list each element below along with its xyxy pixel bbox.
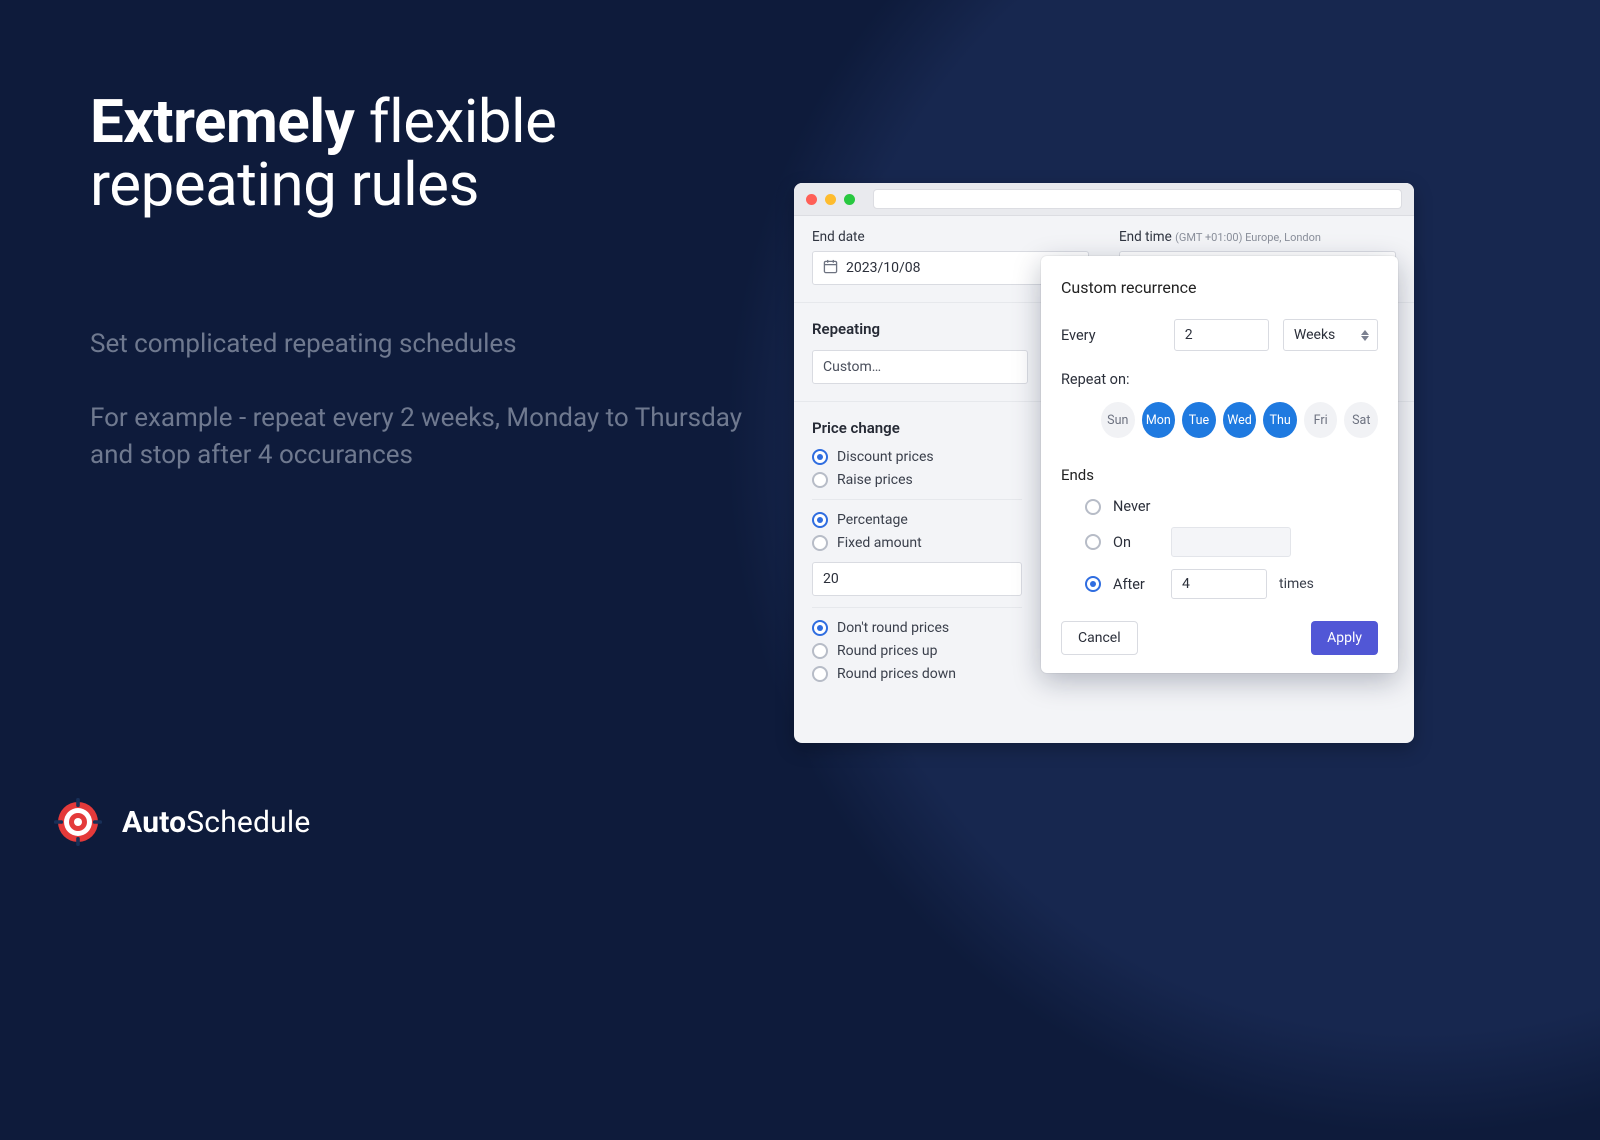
day-mon[interactable]: Mon bbox=[1142, 402, 1176, 438]
end-time-label-text: End time bbox=[1119, 229, 1172, 245]
price-value-input[interactable]: 20 bbox=[812, 562, 1022, 596]
radio-label: Discount prices bbox=[837, 449, 934, 465]
radio-label: Fixed amount bbox=[837, 535, 922, 551]
every-unit-value: Weeks bbox=[1294, 327, 1335, 343]
popover-actions: Cancel Apply bbox=[1061, 621, 1378, 655]
day-thu[interactable]: Thu bbox=[1263, 402, 1297, 438]
end-date-label: End date bbox=[812, 229, 1089, 245]
end-date-value: 2023/10/08 bbox=[846, 260, 921, 276]
day-wed[interactable]: Wed bbox=[1223, 402, 1257, 438]
repeat-on-label: Repeat on: bbox=[1061, 371, 1161, 388]
radio-indicator bbox=[812, 449, 828, 465]
ends-on-date-input[interactable] bbox=[1171, 527, 1291, 557]
window-close-dot[interactable] bbox=[806, 194, 817, 205]
hero-title-strong: Extremely bbox=[90, 86, 354, 157]
every-row: Every 2 Weeks bbox=[1061, 319, 1378, 351]
ends-title: Ends bbox=[1061, 466, 1378, 484]
radio-ends-never[interactable]: Never bbox=[1085, 498, 1378, 515]
radio-indicator bbox=[812, 535, 828, 551]
radio-indicator bbox=[812, 472, 828, 488]
radio-ends-after[interactable]: After 4 times bbox=[1085, 569, 1378, 599]
select-stepper-icon bbox=[1361, 330, 1369, 341]
day-sun[interactable]: Sun bbox=[1101, 402, 1135, 438]
window-min-dot[interactable] bbox=[825, 194, 836, 205]
custom-recurrence-popover: Custom recurrence Every 2 Weeks Repeat o… bbox=[1041, 256, 1398, 673]
radio-indicator bbox=[1085, 499, 1101, 515]
popover-title: Custom recurrence bbox=[1061, 278, 1378, 297]
repeating-select[interactable]: Custom… bbox=[812, 350, 1028, 384]
radio-label: On bbox=[1113, 534, 1159, 551]
repeating-value: Custom… bbox=[823, 359, 881, 375]
end-time-label: End time (GMT +01:00) Europe, London bbox=[1119, 229, 1396, 245]
ends-after-value: 4 bbox=[1182, 576, 1190, 592]
every-value-input[interactable]: 2 bbox=[1174, 319, 1269, 351]
radio-indicator bbox=[812, 512, 828, 528]
radio-label: After bbox=[1113, 576, 1159, 593]
radio-label: Raise prices bbox=[837, 472, 913, 488]
day-tue[interactable]: Tue bbox=[1182, 402, 1216, 438]
window-titlebar bbox=[794, 183, 1414, 216]
hero-title: Extremely flexible repeating rules bbox=[90, 90, 750, 216]
hero-copy: Extremely flexible repeating rules Set c… bbox=[90, 90, 750, 475]
brand-name-rest: Schedule bbox=[186, 805, 310, 840]
ends-group: Never On After 4 times bbox=[1085, 498, 1378, 599]
radio-label: Don't round prices bbox=[837, 620, 949, 636]
radio-label: Round prices up bbox=[837, 643, 937, 659]
brand-name: AutoSchedule bbox=[122, 805, 311, 840]
calendar-icon bbox=[823, 259, 838, 278]
radio-label: Percentage bbox=[837, 512, 908, 528]
radio-indicator bbox=[812, 620, 828, 636]
cancel-button[interactable]: Cancel bbox=[1061, 621, 1138, 655]
ends-after-suffix: times bbox=[1279, 576, 1314, 592]
end-time-tz: (GMT +01:00) Europe, London bbox=[1175, 231, 1321, 244]
radio-ends-on[interactable]: On bbox=[1085, 527, 1378, 557]
day-fri[interactable]: Fri bbox=[1304, 402, 1338, 438]
day-sat[interactable]: Sat bbox=[1344, 402, 1378, 438]
url-bar[interactable] bbox=[873, 189, 1402, 209]
weekday-picker: Sun Mon Tue Wed Thu Fri Sat bbox=[1101, 402, 1378, 438]
apply-button[interactable]: Apply bbox=[1311, 621, 1378, 655]
window-max-dot[interactable] bbox=[844, 194, 855, 205]
radio-indicator bbox=[812, 666, 828, 682]
target-clock-icon bbox=[50, 794, 106, 850]
radio-indicator bbox=[1085, 534, 1101, 550]
radio-label: Round prices down bbox=[837, 666, 956, 682]
every-label: Every bbox=[1061, 327, 1160, 344]
radio-indicator bbox=[1085, 576, 1101, 592]
brand-name-strong: Auto bbox=[122, 805, 186, 840]
radio-label: Never bbox=[1113, 498, 1159, 515]
hero-body: For example - repeat every 2 weeks, Mond… bbox=[90, 400, 750, 475]
brand: AutoSchedule bbox=[50, 794, 311, 850]
hero-lead: Set complicated repeating schedules bbox=[90, 326, 750, 364]
price-value: 20 bbox=[823, 571, 839, 587]
radio-indicator bbox=[812, 643, 828, 659]
every-unit-select[interactable]: Weeks bbox=[1283, 319, 1378, 351]
every-value: 2 bbox=[1185, 327, 1193, 343]
ends-after-count-input[interactable]: 4 bbox=[1171, 569, 1267, 599]
